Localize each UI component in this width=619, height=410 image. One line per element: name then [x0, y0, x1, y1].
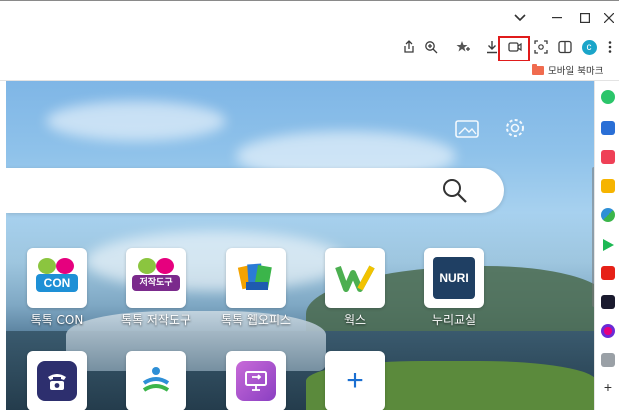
- weboffice-icon: [237, 263, 272, 290]
- minimize-button[interactable]: [543, 7, 571, 29]
- wallpaper-icon[interactable]: [454, 119, 480, 139]
- new-tab-page: CON 톡톡 CON 저작도구 톡톡 저작도구 톡톡 웹오피스 웍스 NURI …: [6, 81, 594, 410]
- mobile-bookmarks-folder[interactable]: 모바일 북마크: [532, 63, 603, 77]
- tile-toktok-weboffice[interactable]: [226, 248, 286, 308]
- tile-nuri[interactable]: NURI: [424, 248, 484, 308]
- tile-phone[interactable]: [27, 351, 87, 410]
- sidebar-add-button[interactable]: +: [601, 379, 615, 395]
- share-icon[interactable]: [398, 36, 420, 58]
- close-button[interactable]: [595, 7, 619, 29]
- mobile-bookmarks-label: 모바일 북마크: [548, 66, 604, 77]
- tile-edu[interactable]: [126, 351, 186, 410]
- notion-icon[interactable]: [601, 295, 615, 309]
- folder-icon: [532, 63, 544, 75]
- toktok-tool-logo: 저작도구: [132, 258, 180, 298]
- tile-works[interactable]: [325, 248, 385, 308]
- phone-icon: [37, 361, 77, 401]
- record-button-highlight: [498, 36, 530, 62]
- pocket-icon[interactable]: [601, 150, 615, 164]
- tool-badge: 저작도구: [132, 275, 180, 291]
- edu-logo-icon: [142, 367, 170, 392]
- translate-icon[interactable]: [601, 208, 615, 222]
- star-icon[interactable]: [601, 179, 615, 193]
- menu-icon[interactable]: [599, 36, 619, 58]
- zoom-icon[interactable]: [420, 36, 442, 58]
- screen-share-icon: [236, 361, 276, 401]
- background-cloud: [46, 101, 226, 141]
- tile-label: 누리교실: [431, 313, 477, 327]
- search-input[interactable]: [6, 168, 504, 213]
- add-shortcut-button[interactable]: +: [325, 351, 385, 410]
- tile-label: 웍스: [343, 313, 367, 327]
- wallet-icon[interactable]: [601, 121, 615, 135]
- bookmarks-bar: 모바일 북마크: [0, 61, 619, 81]
- flower-icon[interactable]: [601, 324, 615, 338]
- con-badge: CON: [36, 274, 78, 292]
- tile-toktok-con[interactable]: CON: [27, 248, 87, 308]
- toktok-con-logo: CON: [34, 258, 80, 298]
- screenshot-icon[interactable]: [530, 36, 552, 58]
- tile-toktok-tool[interactable]: 저작도구: [126, 248, 186, 308]
- profile-initial: c: [581, 39, 597, 55]
- play-icon[interactable]: [601, 237, 615, 251]
- search-icon[interactable]: [440, 176, 470, 206]
- nuri-badge: NURI: [433, 257, 475, 299]
- tile-label: 톡톡 저작도구: [120, 313, 192, 327]
- tile-label: 톡톡 웹오피스: [220, 313, 292, 327]
- split-view-icon[interactable]: [554, 36, 576, 58]
- add-shortcut-plus: +: [346, 364, 364, 397]
- youtube-icon[interactable]: [601, 266, 615, 280]
- settings-gear-icon[interactable]: [503, 116, 527, 140]
- right-sidebar: +: [594, 81, 619, 410]
- tile-screen[interactable]: [226, 351, 286, 410]
- chat-icon[interactable]: [601, 90, 615, 104]
- text-icon[interactable]: [601, 353, 615, 367]
- tab-search-chevron-icon[interactable]: [506, 7, 534, 29]
- works-w-icon: [335, 265, 375, 292]
- tile-label: 톡톡 CON: [30, 313, 84, 327]
- background-cloud: [86, 231, 346, 291]
- profile-avatar[interactable]: c: [578, 36, 600, 58]
- window-titlebar: [0, 0, 619, 33]
- favorites-icon[interactable]: [452, 36, 474, 58]
